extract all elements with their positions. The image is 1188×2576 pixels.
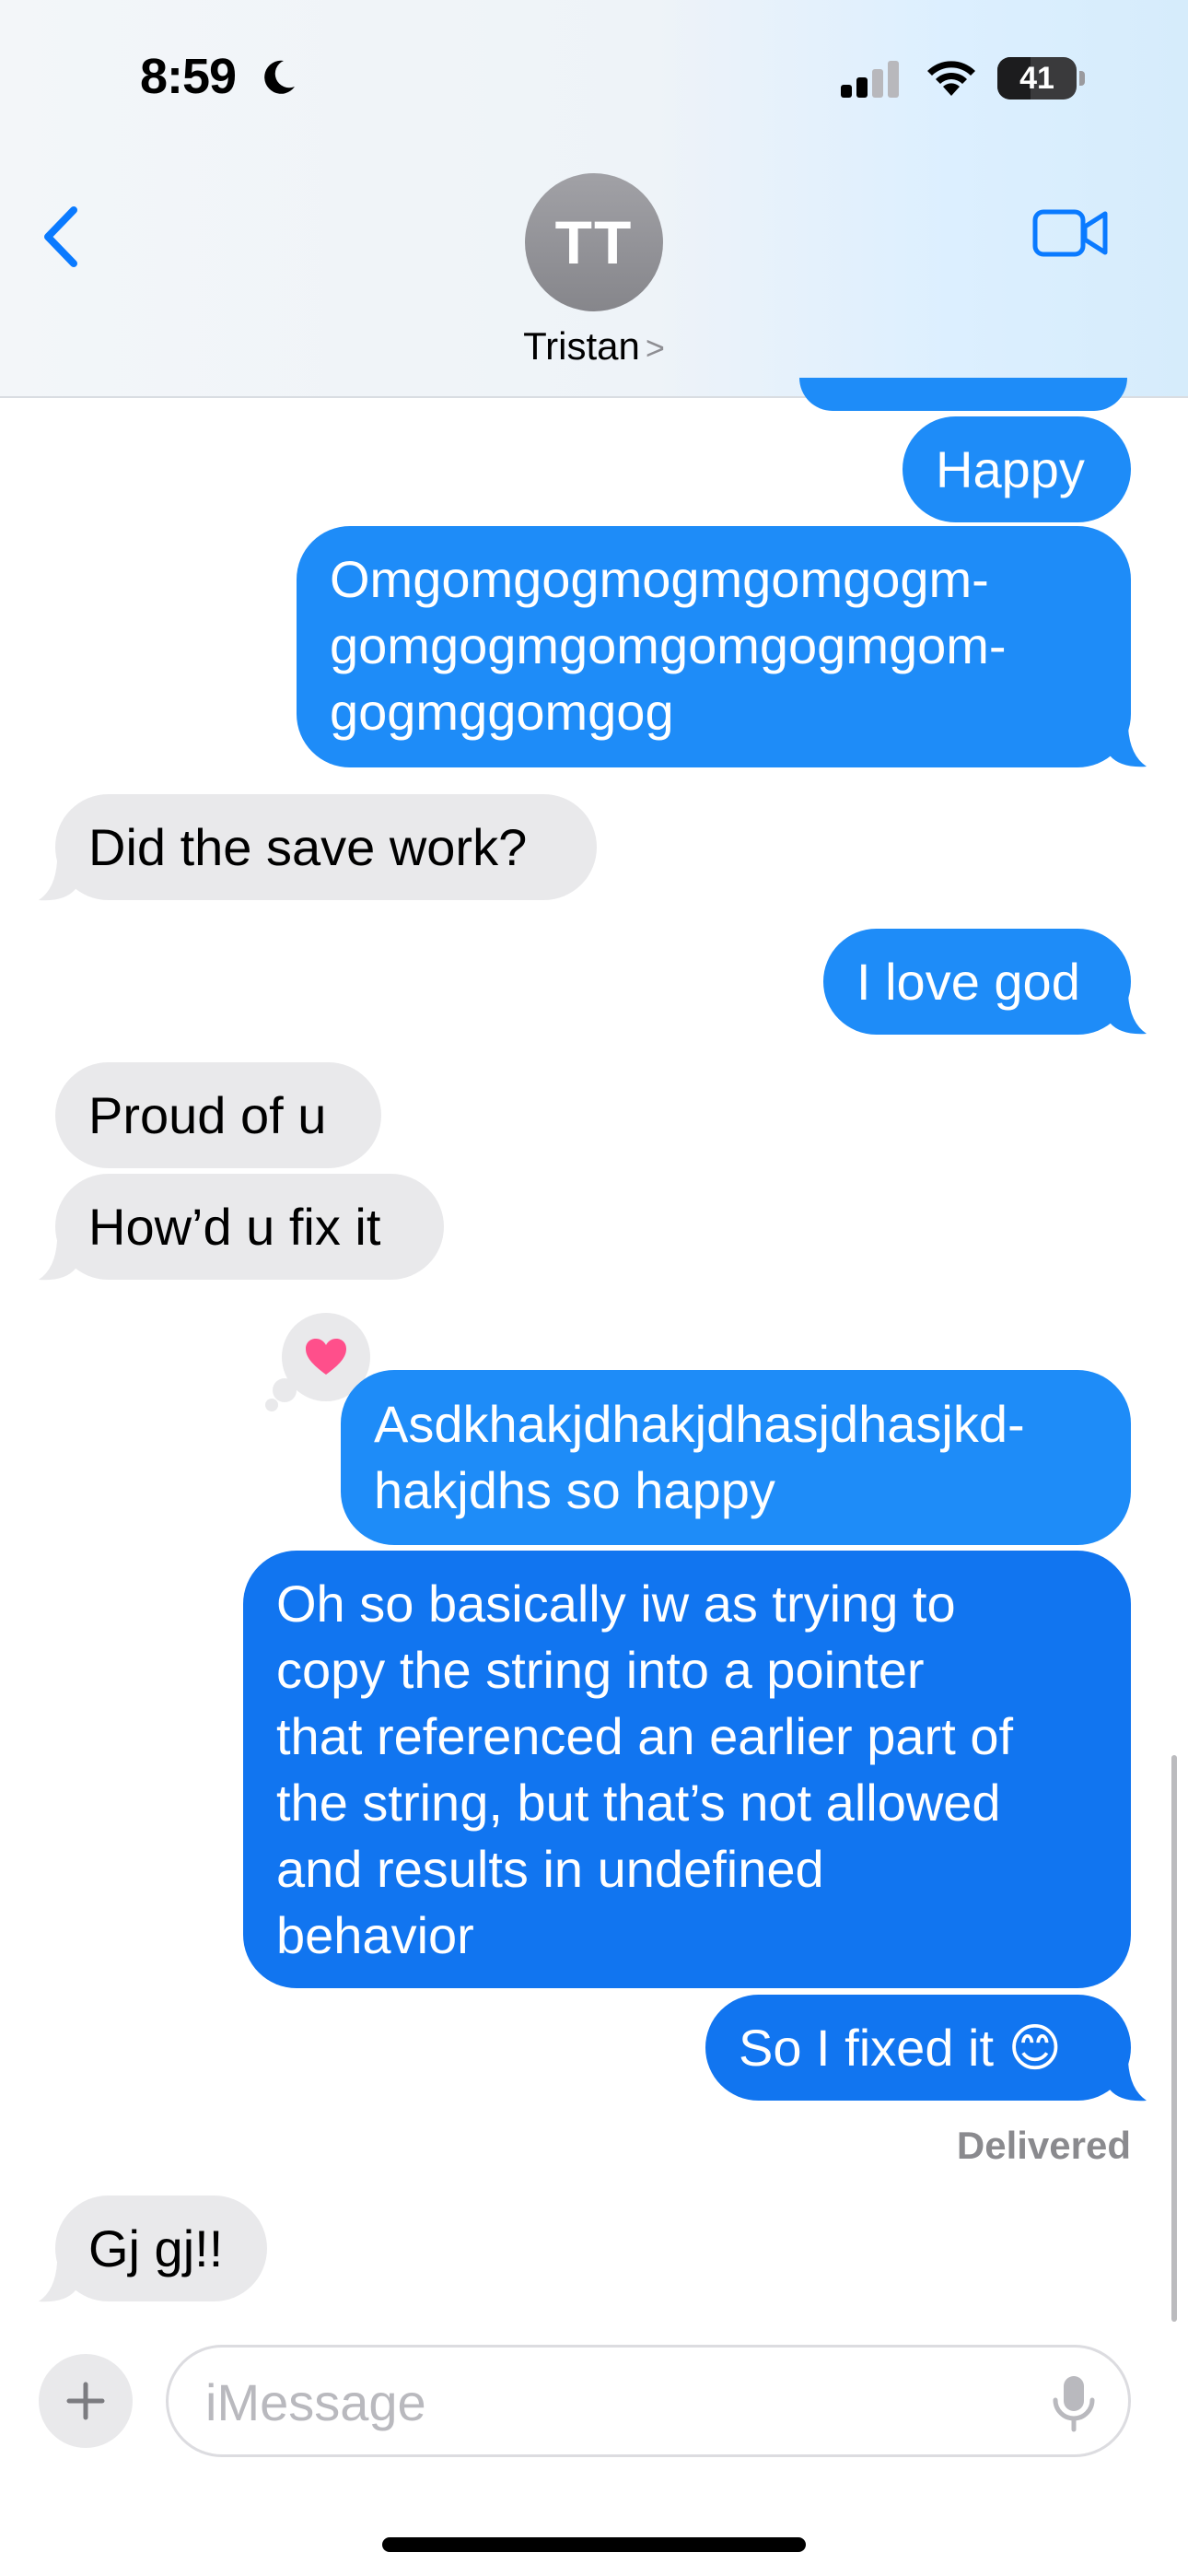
plus-icon — [66, 2382, 105, 2420]
message-bubble-outgoing[interactable]: I love god — [823, 929, 1131, 1035]
message-bubble-outgoing[interactable]: Asdkhakjdhakjdhasjdhasjkd- hakjdhs so ha… — [341, 1370, 1131, 1545]
message-bubble-outgoing[interactable]: Happy — [903, 416, 1131, 522]
bubble-tail — [39, 2263, 76, 2302]
heart-icon — [306, 1339, 346, 1375]
conversation-header: 8:59 41 TT Tristan > — [0, 0, 1188, 398]
scrollbar[interactable] — [1171, 1755, 1177, 2322]
back-chevron-icon[interactable] — [39, 205, 85, 269]
message-bubble-outgoing[interactable]: Oh so basically iw as trying to copy the… — [243, 1551, 1131, 1988]
avatar-initials: TT — [554, 208, 634, 276]
battery-percent: 41 — [1019, 60, 1054, 96]
apps-plus-button[interactable] — [39, 2354, 133, 2448]
message-input-field[interactable] — [166, 2345, 1131, 2457]
cellular-signal-icon — [841, 61, 899, 98]
message-bubble-incoming[interactable]: How’d u fix it — [55, 1174, 444, 1280]
microphone-icon[interactable] — [1050, 2374, 1098, 2433]
home-indicator[interactable] — [382, 2537, 806, 2552]
message-bubble-outgoing[interactable]: Omgomgogmogmgomgogm- gomgogmgomgomgogmgo… — [297, 526, 1131, 767]
chevron-right-icon: > — [645, 329, 665, 367]
contact-avatar[interactable]: TT — [525, 173, 663, 311]
message-bubble-partial — [799, 378, 1127, 411]
facetime-video-icon[interactable] — [1031, 205, 1111, 262]
bubble-tail — [39, 861, 76, 901]
message-bubble-outgoing[interactable]: So I fixed it 😊 — [705, 1995, 1131, 2101]
contact-name: Tristan — [523, 324, 640, 368]
battery-icon: 41 — [997, 57, 1077, 100]
contact-name-button[interactable]: Tristan > — [0, 324, 1188, 369]
bubble-tail — [39, 1241, 76, 1281]
bubble-tail — [1110, 2062, 1147, 2102]
message-input[interactable] — [204, 2348, 1036, 2456]
status-time: 8:59 — [140, 49, 237, 104]
wifi-icon — [927, 61, 975, 96]
message-bubble-incoming[interactable]: Proud of u — [55, 1062, 381, 1168]
moon-icon — [264, 60, 295, 94]
message-bubble-incoming[interactable]: Did the save work? — [55, 794, 597, 900]
message-bubble-incoming[interactable]: Gj gj!! — [55, 2195, 267, 2301]
bubble-tail — [1110, 728, 1147, 767]
bubble-tail — [1110, 995, 1147, 1035]
delivered-status: Delivered — [956, 2124, 1131, 2167]
